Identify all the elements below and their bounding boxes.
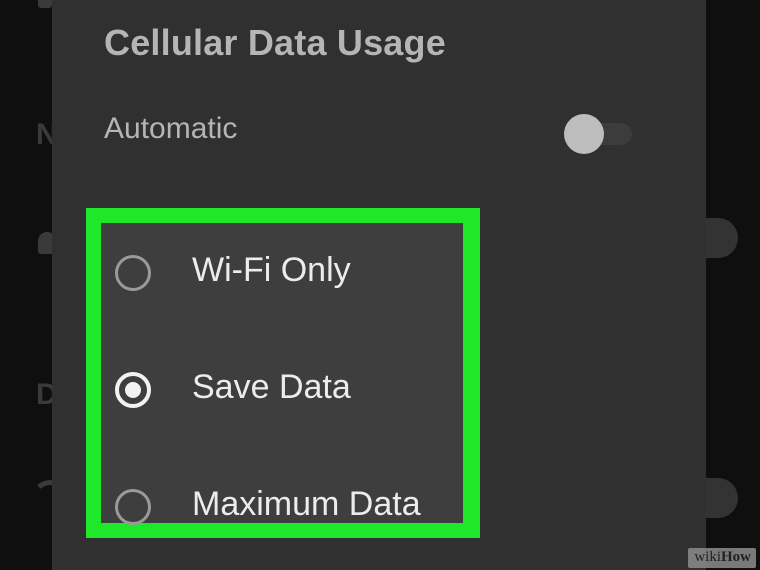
background-toggle bbox=[706, 478, 738, 518]
option-wifi-only[interactable]: Wi-Fi Only bbox=[101, 243, 463, 303]
radio-checked-icon[interactable] bbox=[115, 372, 151, 408]
background-toggle bbox=[706, 218, 738, 258]
option-save-data[interactable]: Save Data bbox=[101, 360, 463, 420]
option-label: Wi-Fi Only bbox=[192, 251, 351, 289]
data-usage-options: Wi-Fi Only Save Data Maximum Data bbox=[101, 223, 463, 525]
toggle-thumb bbox=[564, 114, 604, 154]
watermark-prefix: wiki bbox=[694, 549, 721, 565]
automatic-toggle[interactable] bbox=[564, 114, 632, 154]
option-label: Save Data bbox=[192, 368, 351, 406]
watermark-suffix: How bbox=[721, 549, 751, 565]
background-fragment bbox=[38, 0, 52, 8]
wikihow-watermark: wikiHow bbox=[688, 548, 756, 568]
dialog-title: Cellular Data Usage bbox=[104, 22, 446, 63]
options-highlight-box: Wi-Fi Only Save Data Maximum Data bbox=[86, 208, 480, 538]
automatic-label: Automatic bbox=[104, 112, 238, 145]
option-maximum-data[interactable]: Maximum Data bbox=[101, 477, 463, 537]
radio-unchecked-icon[interactable] bbox=[115, 255, 151, 291]
option-label: Maximum Data bbox=[192, 485, 421, 523]
radio-unchecked-icon[interactable] bbox=[115, 489, 151, 525]
